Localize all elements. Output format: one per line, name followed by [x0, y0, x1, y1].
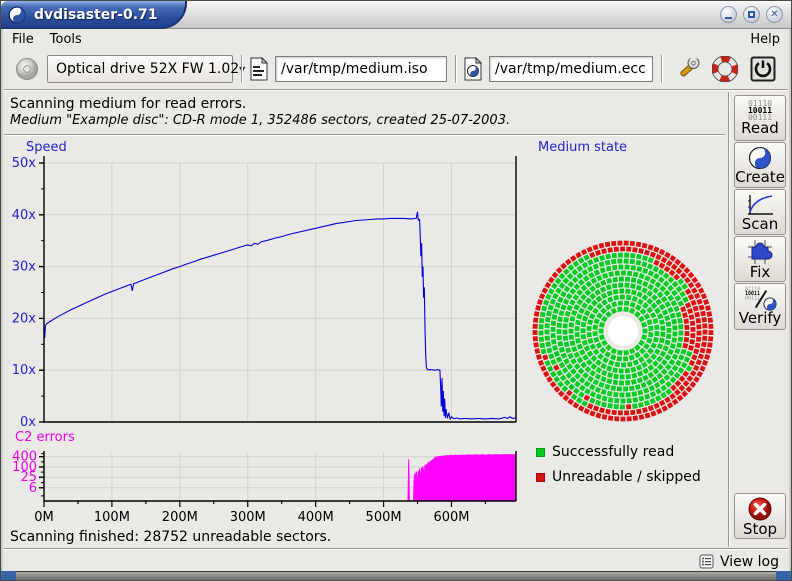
medium-state-disc	[528, 236, 718, 426]
stop-button[interactable]: Stop	[734, 493, 786, 539]
stop-label: Stop	[743, 522, 777, 537]
resize-corner-right[interactable]	[776, 571, 791, 580]
yin-yang-icon	[748, 146, 772, 170]
svg-text:30x: 30x	[12, 260, 37, 275]
binary-document-icon	[250, 57, 268, 81]
cd-icon	[15, 57, 39, 81]
fix-label: Fix	[750, 265, 771, 280]
close-button[interactable]: ✕	[766, 6, 783, 23]
svg-text:400M: 400M	[298, 510, 334, 525]
svg-text:500M: 500M	[366, 510, 402, 525]
svg-text:20x: 20x	[12, 311, 37, 326]
image-file-input[interactable]	[275, 56, 447, 82]
svg-text:300M: 300M	[230, 510, 266, 525]
yin-yang-icon	[8, 6, 26, 24]
scan-button[interactable]: Scan	[734, 189, 786, 235]
puzzle-piece-icon	[746, 239, 774, 265]
medium-state-title: Medium state	[538, 140, 627, 155]
svg-text:400: 400	[12, 450, 37, 465]
view-log-label: View log	[720, 554, 779, 570]
toolbar-separator	[455, 55, 456, 83]
bad-sector-swatch	[536, 473, 545, 482]
titlebar-tab: dvdisaster-0.71	[1, 1, 187, 29]
scan-curve-icon	[745, 193, 775, 217]
svg-text:600M: 600M	[433, 510, 469, 525]
statusbar-separator	[4, 548, 788, 550]
minimize-icon	[725, 17, 732, 19]
read-label: Read	[741, 121, 779, 136]
toolbar: Optical drive 52X FW 1.02 ▼	[4, 49, 788, 90]
maximize-button[interactable]	[743, 6, 760, 23]
yin-yang-document-icon	[464, 57, 482, 81]
bad-sector-label: Unreadable / skipped	[552, 469, 701, 485]
status-line-2: Medium "Example disc": CD-R mode 1, 3524…	[10, 113, 510, 128]
list-icon	[699, 554, 714, 569]
red-x-circle-icon	[747, 496, 773, 522]
fix-button[interactable]: Fix	[734, 236, 786, 282]
read-button[interactable]: 01110 10011 00111 Read	[734, 95, 786, 141]
binary-read-icon: 01110 10011 00111	[748, 100, 772, 121]
power-icon	[750, 56, 776, 82]
quit-button[interactable]	[748, 54, 778, 84]
close-icon: ✕	[770, 10, 778, 20]
speed-and-c2-charts: 0x10x20x30x40x50x6251004000M100M200M300M…	[1, 137, 531, 527]
scan-label: Scan	[742, 217, 778, 232]
maximize-icon	[748, 11, 755, 18]
menu-help[interactable]: Help	[742, 31, 788, 48]
ecc-file-input[interactable]	[489, 56, 653, 82]
scan-result-text: Scanning finished: 28752 unreadable sect…	[10, 529, 331, 545]
svg-text:100M: 100M	[94, 510, 130, 525]
titlebar[interactable]: dvdisaster-0.71 ✕	[1, 1, 791, 29]
medium-state-legend: Successfully read Unreadable / skipped	[536, 444, 701, 494]
create-button[interactable]: Create	[734, 142, 786, 188]
lifering-icon	[712, 56, 738, 82]
verify-icon: 011101001100111	[743, 287, 777, 311]
drive-select[interactable]: Optical drive 52X FW 1.02 ▼	[47, 55, 233, 83]
svg-text:0x: 0x	[20, 415, 36, 430]
menu-tools[interactable]: Tools	[42, 31, 90, 48]
status-line-1: Scanning medium for read errors.	[10, 96, 246, 112]
menu-file[interactable]: File	[4, 31, 42, 48]
drive-select-value: Optical drive 52X FW 1.02	[48, 61, 239, 77]
help-button[interactable]	[710, 54, 740, 84]
legend-row-good: Successfully read	[536, 444, 701, 460]
svg-text:50x: 50x	[12, 156, 37, 171]
svg-text:10x: 10x	[12, 363, 37, 378]
verify-button[interactable]: 011101001100111 Verify	[734, 283, 786, 330]
good-sector-label: Successfully read	[552, 444, 674, 460]
action-panel: 01110 10011 00111 Read Create Scan	[728, 92, 790, 547]
svg-text:40x: 40x	[12, 208, 37, 223]
minimize-button[interactable]	[720, 6, 737, 23]
menubar: File Tools Help	[4, 30, 788, 49]
svg-text:0M: 0M	[34, 510, 54, 525]
window-frame-bottom[interactable]	[1, 571, 791, 580]
window-title: dvdisaster-0.71	[34, 7, 158, 23]
verify-label: Verify	[739, 311, 782, 326]
create-label: Create	[735, 170, 785, 185]
wrench-icon	[676, 56, 700, 82]
toolbar-separator	[661, 55, 662, 83]
svg-text:200M: 200M	[162, 510, 198, 525]
resize-corner-left[interactable]	[1, 571, 16, 580]
legend-row-bad: Unreadable / skipped	[536, 469, 701, 485]
good-sector-swatch	[536, 448, 545, 457]
toolbar-separator	[241, 55, 242, 83]
app-window: dvdisaster-0.71 ✕ File Tools Help Optica…	[0, 0, 792, 581]
view-log-button[interactable]: View log	[699, 552, 779, 571]
status-separator	[4, 134, 725, 136]
preferences-button[interactable]	[674, 54, 702, 84]
